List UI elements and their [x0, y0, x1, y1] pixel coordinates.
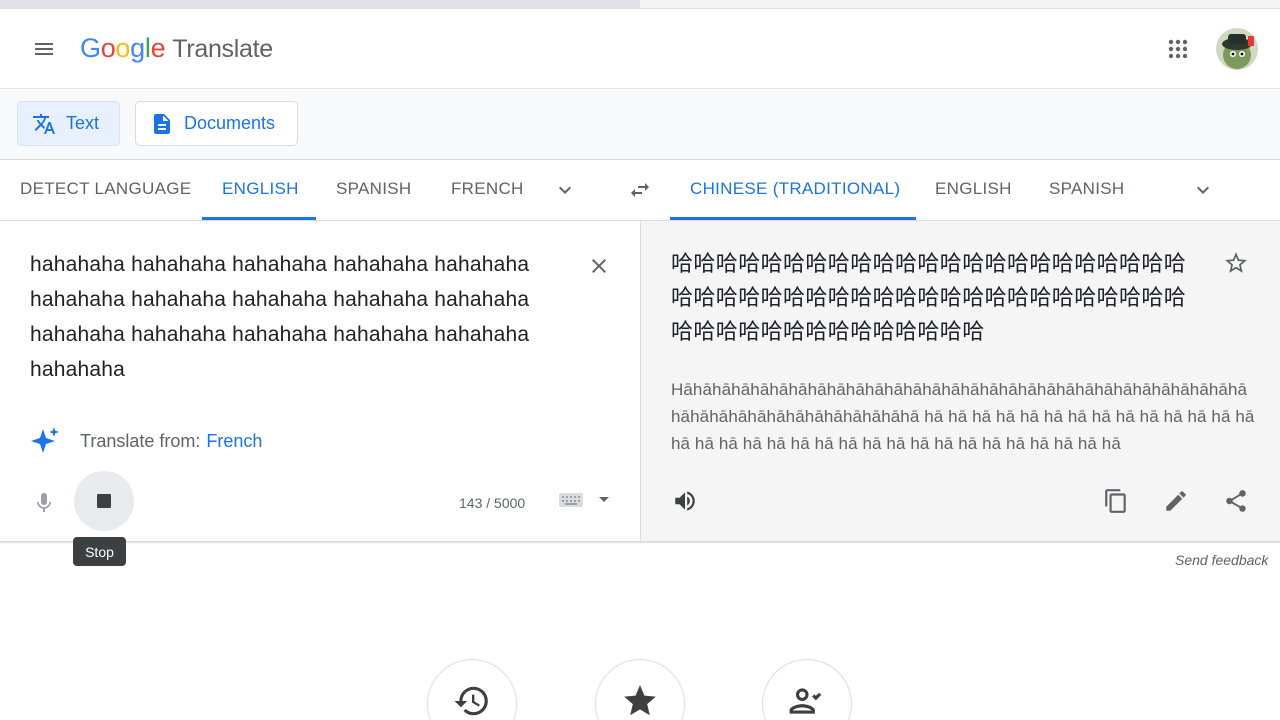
history-icon [454, 686, 488, 716]
source-lang-detect[interactable]: Detect language [0, 160, 211, 220]
text-mode-label: Text [66, 113, 100, 133]
voice-input-button[interactable] [24, 483, 64, 523]
stop-tooltip: Stop [73, 537, 126, 566]
translate-from-suggestion: Translate from: French [30, 426, 262, 456]
saved-button[interactable] [595, 659, 685, 720]
target-lang-english[interactable]: English [915, 160, 1032, 220]
language-bar: Detect language English Spanish French C… [0, 160, 1280, 221]
source-panel: hahahaha hahahaha hahahaha hahahaha haha… [0, 221, 640, 541]
share-icon [1226, 490, 1246, 512]
keyboard-icon [559, 493, 583, 507]
browser-top-strip [0, 0, 1280, 9]
swap-arrows-icon [631, 183, 649, 197]
listen-translation-button[interactable] [665, 481, 705, 521]
contribute-button[interactable] [762, 659, 852, 720]
main-menu-button[interactable] [22, 27, 66, 71]
avatar-image [1216, 28, 1258, 70]
source-lang-english[interactable]: English [202, 160, 316, 220]
app-header: Google Translate [0, 9, 1280, 89]
edit-translation-button[interactable] [1156, 481, 1196, 521]
translate-from-language-link[interactable]: French [206, 431, 262, 452]
document-icon [154, 113, 170, 134]
documents-mode-button[interactable]: Documents [135, 101, 298, 146]
send-feedback-link[interactable]: Send feedback [1175, 552, 1268, 568]
top-strip-segment [0, 0, 640, 8]
people-icon [789, 688, 822, 714]
translate-icon [33, 113, 55, 134]
swap-languages-button[interactable] [620, 170, 660, 210]
history-button[interactable] [427, 659, 517, 720]
target-lang-spanish[interactable]: Spanish [1029, 160, 1144, 220]
speaker-icon [675, 491, 695, 511]
source-text-input[interactable]: hahahaha hahahaha hahahaha hahahaha haha… [30, 247, 570, 387]
logo-letter: e [150, 33, 166, 63]
copy-translation-button[interactable] [1096, 481, 1136, 521]
account-avatar[interactable] [1216, 28, 1258, 70]
save-translation-button[interactable] [1216, 243, 1256, 283]
target-more-languages-button[interactable] [1188, 175, 1218, 205]
microphone-icon [37, 493, 51, 512]
copy-icon [1105, 489, 1126, 513]
source-lang-french[interactable]: French [431, 160, 544, 220]
product-name: Translate [172, 35, 273, 63]
logo-letter: o [115, 33, 131, 63]
hamburger-icon [35, 43, 53, 55]
source-more-languages-button[interactable] [550, 175, 580, 205]
star-filled-icon [624, 685, 656, 716]
close-icon [592, 259, 606, 273]
translation-output: 哈哈哈哈哈哈哈哈哈哈哈哈哈哈哈哈哈哈哈哈哈哈哈哈哈哈哈哈哈哈哈哈哈哈哈哈哈哈哈哈… [671, 251, 1187, 344]
translation-actions [1096, 481, 1256, 521]
documents-mode-label: Documents [184, 113, 276, 133]
apps-grid-icon [1168, 39, 1188, 59]
input-tools-button[interactable] [558, 491, 610, 509]
stop-icon [97, 494, 111, 508]
logo-letter: o [100, 33, 116, 63]
clear-source-button[interactable] [580, 247, 618, 285]
share-translation-button[interactable] [1216, 481, 1256, 521]
google-translate-logo[interactable]: Google Translate [80, 33, 273, 64]
sparkle-icon [31, 427, 59, 453]
chevron-down-icon [1197, 186, 1209, 194]
pencil-icon [1166, 491, 1186, 511]
google-apps-button[interactable] [1158, 29, 1198, 69]
stop-listening-button[interactable] [74, 471, 134, 531]
caret-down-icon [599, 497, 609, 502]
text-mode-button[interactable]: Text [17, 101, 120, 146]
star-outline-icon [1225, 252, 1247, 273]
mode-bar: Text Documents [0, 90, 1280, 160]
logo-letter: G [80, 33, 101, 63]
translate-from-label: Translate from: [80, 430, 201, 451]
target-lang-chinese-traditional[interactable]: Chinese (Traditional) [670, 160, 916, 220]
target-panel: 哈哈哈哈哈哈哈哈哈哈哈哈哈哈哈哈哈哈哈哈哈哈哈哈哈哈哈哈哈哈哈哈哈哈哈哈哈哈哈哈… [640, 221, 1280, 541]
transliteration-text: Hāhāhāhāhāhāhāhāhāhāhāhāhāhāhāhāhāhāhāhā… [671, 380, 1255, 453]
logo-letter: g [130, 33, 145, 63]
panel-shadow [0, 541, 1280, 544]
source-lang-spanish[interactable]: Spanish [316, 160, 431, 220]
character-count: 143 / 5000 [459, 495, 526, 511]
chevron-down-icon [559, 186, 571, 194]
